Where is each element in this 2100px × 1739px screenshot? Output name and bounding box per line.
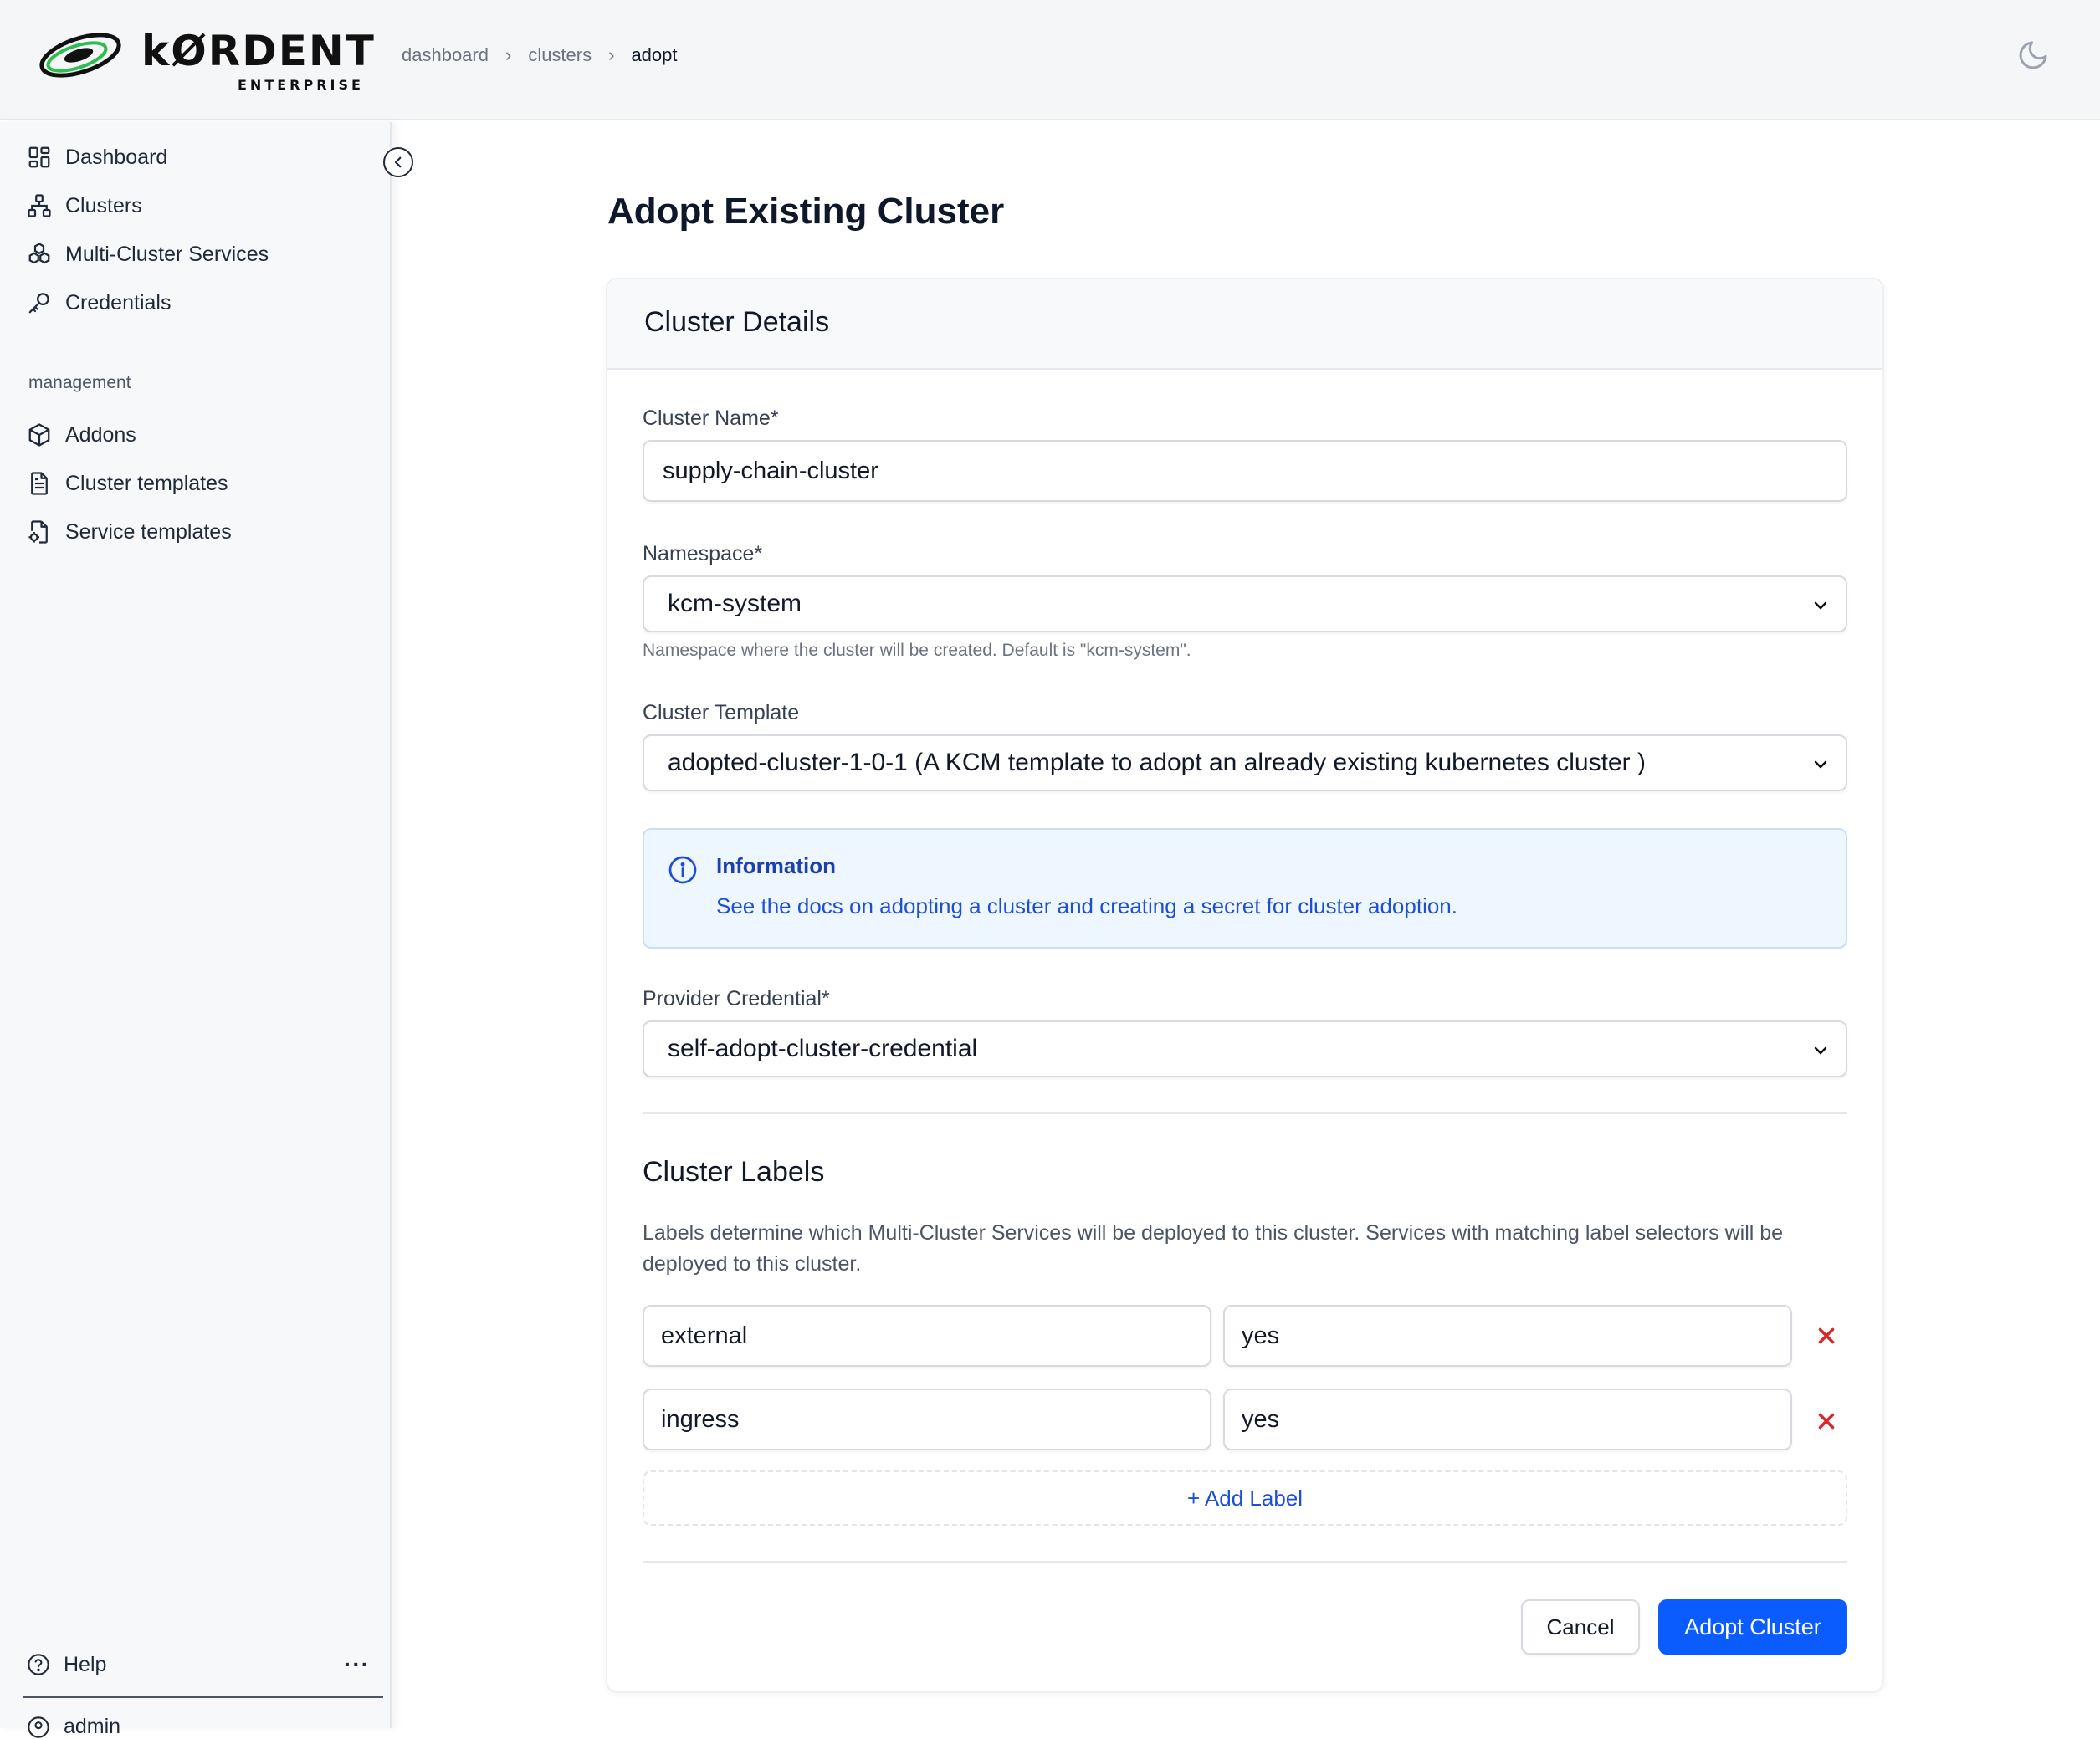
info-title: Information	[716, 853, 836, 878]
provider-credential-select[interactable]: self-adopt-cluster-credential	[643, 1020, 1847, 1077]
sidebar-item-clusters[interactable]: Clusters	[27, 187, 142, 224]
breadcrumb: dashboard › clusters › adopt	[402, 42, 678, 69]
collapse-sidebar-button[interactable]	[383, 147, 413, 177]
help-label: Help	[64, 1652, 107, 1676]
brand-name: kØRDENT	[141, 27, 376, 75]
sidebar-item-cluster-templates[interactable]: Cluster templates	[27, 465, 228, 502]
user-name: admin	[64, 1715, 121, 1738]
user-circle-icon	[28, 1716, 49, 1738]
chevron-right-icon: ›	[608, 44, 615, 65]
add-label-button[interactable]: + Add Label	[643, 1470, 1847, 1526]
sidebar-item-label: Multi-Cluster Services	[65, 242, 269, 266]
file-icon	[31, 472, 48, 495]
chevron-left-icon	[394, 156, 402, 168]
services-icon	[28, 243, 50, 264]
label-key-input[interactable]	[643, 1305, 1211, 1367]
dashboard-icon	[28, 146, 50, 168]
sidebar-divider	[23, 1696, 383, 1698]
sidebar-user[interactable]: admin	[27, 1715, 120, 1739]
cluster-template-select[interactable]: adopted-cluster-1-0-1 (A KCM template to…	[643, 734, 1847, 791]
info-docs-link[interactable]: See the docs on adopting a cluster and c…	[716, 893, 1457, 919]
cluster-labels-description: Labels determine which Multi-Cluster Ser…	[643, 1221, 1784, 1276]
clusters-icon	[28, 194, 51, 217]
chevron-down-icon	[1814, 601, 1827, 610]
breadcrumb-dashboard[interactable]: dashboard	[402, 44, 489, 66]
remove-label-icon[interactable]	[1814, 1409, 1839, 1434]
brand-logo[interactable]: kØRDENT ENTERPRISE	[37, 20, 374, 100]
card-title: Cluster Details	[644, 306, 830, 338]
sidebar-item-label: Cluster templates	[65, 471, 228, 495]
top-bar: kØRDENT ENTERPRISE dashboard › clusters …	[0, 0, 2100, 120]
namespace-value: kcm-system	[668, 590, 802, 617]
label-key-input[interactable]	[643, 1389, 1211, 1450]
chevron-down-icon	[1814, 760, 1827, 769]
sidebar-section-title: management	[28, 373, 131, 392]
sidebar-item-service-templates[interactable]: Service templates	[27, 514, 232, 550]
footer-divider	[643, 1561, 1847, 1563]
sidebar-item-label: Service templates	[65, 519, 232, 544]
label-value-input[interactable]	[1223, 1305, 1792, 1367]
info-alert: Information See the docs on adopting a c…	[643, 828, 1847, 949]
sidebar-item-credentials[interactable]: Credentials	[27, 284, 171, 321]
sidebar-item-label: Clusters	[65, 193, 142, 217]
cluster-template-label: Cluster Template	[643, 701, 800, 724]
adopt-cluster-button[interactable]: Adopt Cluster	[1658, 1599, 1847, 1655]
namespace-hint: Namespace where the cluster will be crea…	[643, 641, 1191, 660]
cancel-button[interactable]: Cancel	[1521, 1599, 1640, 1655]
box-icon	[28, 423, 50, 447]
brand-subtitle: ENTERPRISE	[238, 77, 364, 93]
remove-label-icon[interactable]	[1814, 1323, 1839, 1348]
namespace-label: Namespace*	[643, 542, 763, 565]
chevron-down-icon	[1814, 1046, 1827, 1055]
sidebar-item-label: Addons	[65, 422, 136, 447]
sidebar-item-label: Credentials	[65, 290, 172, 315]
file-gear-icon	[28, 520, 48, 544]
dark-mode-toggle-icon[interactable]	[2016, 38, 2050, 72]
label-value-input[interactable]	[1223, 1389, 1792, 1450]
section-divider	[643, 1112, 1847, 1114]
key-icon	[28, 293, 49, 314]
sidebar-item-addons[interactable]: Addons	[27, 417, 136, 453]
cluster-name-label: Cluster Name*	[643, 407, 779, 430]
logo-orbit-icon	[39, 33, 121, 78]
help-circle-icon	[28, 1654, 49, 1675]
sidebar-item-label: Dashboard	[65, 145, 168, 169]
breadcrumb-clusters[interactable]: clusters	[528, 44, 592, 66]
sidebar-item-dashboard[interactable]: Dashboard	[27, 139, 167, 176]
chevron-right-icon: ›	[505, 44, 512, 65]
sidebar-help[interactable]: Help ···	[27, 1646, 370, 1683]
more-options-icon[interactable]: ···	[344, 1651, 370, 1678]
namespace-select[interactable]: kcm-system	[643, 575, 1847, 632]
page-title: Adopt Existing Cluster	[607, 191, 1005, 232]
card-header: Cluster Details	[607, 279, 1882, 370]
cluster-name-input[interactable]	[643, 440, 1847, 502]
sidebar-item-multi-cluster-services[interactable]: Multi-Cluster Services	[27, 236, 269, 273]
cluster-labels-title: Cluster Labels	[643, 1156, 825, 1188]
info-icon	[668, 856, 697, 884]
cluster-template-value: adopted-cluster-1-0-1 (A KCM template to…	[668, 749, 1646, 776]
provider-credential-value: self-adopt-cluster-credential	[668, 1035, 978, 1062]
provider-credential-label: Provider Credential*	[643, 987, 830, 1010]
breadcrumb-current: adopt	[631, 44, 678, 65]
sidebar: Dashboard Clusters Multi-Cluster Service…	[0, 122, 392, 1738]
